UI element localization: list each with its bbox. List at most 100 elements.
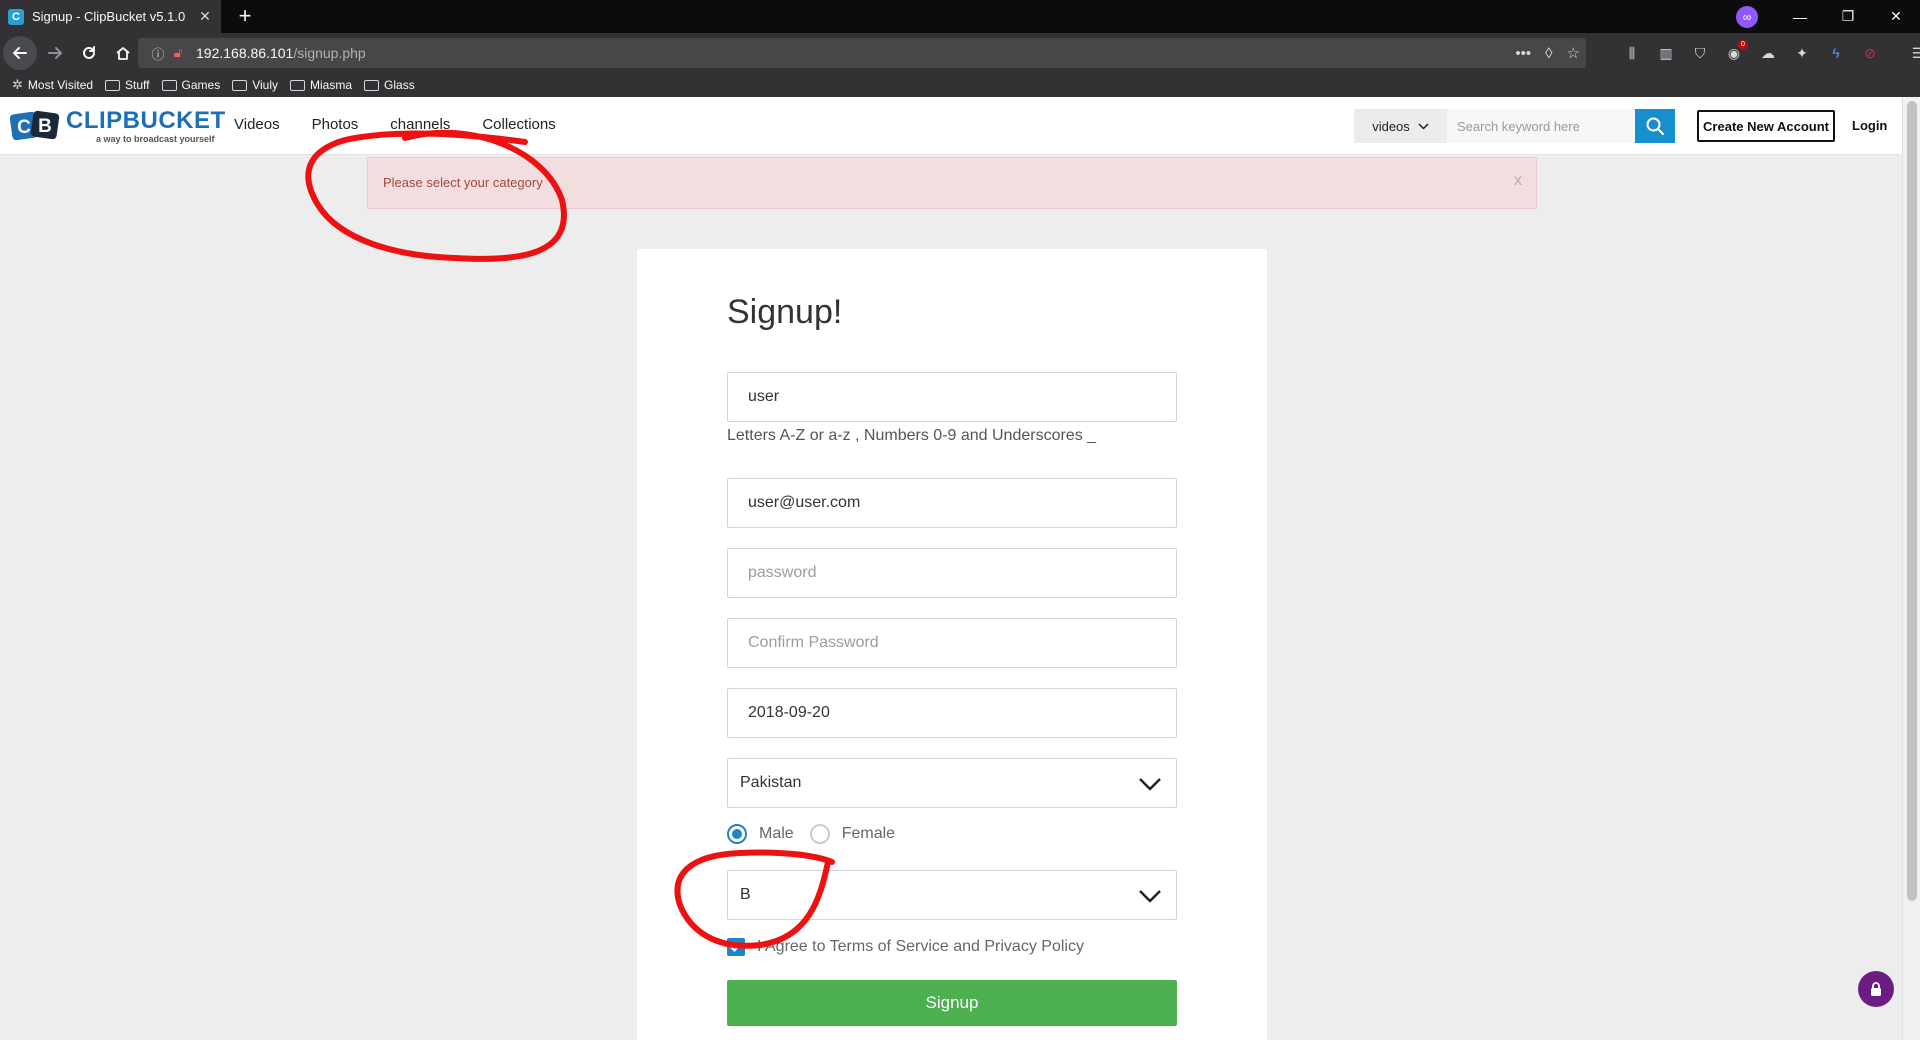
- scrollbar-thumb[interactable]: [1907, 101, 1917, 901]
- bookmark-label: Miasma: [310, 78, 353, 92]
- browser-tab-bar: C Signup - ClipBucket v5.1.0 STABLE ✕ + …: [0, 0, 1920, 33]
- svg-text:B: B: [38, 116, 52, 137]
- reload-icon[interactable]: [73, 37, 105, 69]
- search-icon: [1646, 117, 1664, 135]
- toolbar-icons: ⫼ ▥ ⛉ ◉ 0 ☁ ✦ ϟ ⊘ ☰: [1622, 33, 1920, 73]
- private-mask-icon[interactable]: ∞: [1736, 5, 1758, 28]
- alert-close-icon[interactable]: x: [1514, 172, 1522, 190]
- signup-card: Signup! Letters A-Z or a-z , Numbers 0-9…: [637, 249, 1267, 1040]
- bookmarks-bar: ✲ Most Visited Stuff Games Viuly Miasma G…: [0, 73, 1920, 97]
- pocket-icon[interactable]: ◊: [1545, 45, 1552, 62]
- confirm-password-field[interactable]: [727, 618, 1177, 668]
- bookmark-folder-games[interactable]: Games: [161, 78, 221, 92]
- library-icon[interactable]: ⫼: [1622, 43, 1642, 63]
- site-nav: Videos Photos channels Collections: [234, 116, 588, 133]
- bookmark-folder-stuff[interactable]: Stuff: [105, 78, 150, 92]
- url-bar[interactable]: ⓘ 🔓︎ 192.168.86.101/signup.php ••• ◊ ☆: [138, 38, 1586, 68]
- url-path: /signup.php: [293, 45, 366, 61]
- nav-channels[interactable]: channels: [390, 116, 450, 133]
- block-extension-icon[interactable]: ⊘: [1860, 43, 1880, 63]
- bookmark-label: Games: [181, 78, 221, 92]
- signup-button[interactable]: Signup: [727, 980, 1177, 1026]
- gender-female-radio[interactable]: [809, 824, 830, 844]
- search-group: videos: [1354, 109, 1675, 143]
- page-title: Signup!: [727, 293, 843, 331]
- search-type-label: videos: [1372, 118, 1410, 134]
- bookmark-label: Glass: [384, 78, 415, 92]
- sidebar-icon[interactable]: ▥: [1656, 43, 1676, 63]
- logo-text: CLIPBUCKET: [66, 107, 226, 134]
- cloud-extension-icon[interactable]: ☁: [1758, 43, 1778, 63]
- terms-agreement: I Agree to Terms of Service and Privacy …: [727, 938, 1084, 956]
- search-button[interactable]: [1635, 109, 1675, 143]
- tab-title: Signup - ClipBucket v5.1.0 STABLE: [32, 9, 189, 24]
- hamburger-menu-icon[interactable]: ☰: [1908, 43, 1920, 63]
- folder-icon: [105, 79, 121, 91]
- notification-badge: 0: [1738, 40, 1748, 50]
- folder-icon: [161, 79, 177, 91]
- email-field[interactable]: [727, 478, 1177, 528]
- username-field[interactable]: [727, 372, 1177, 422]
- bookmark-folder-viuly[interactable]: Viuly: [232, 78, 278, 92]
- url-text: 192.168.86.101/signup.php: [196, 45, 366, 61]
- url-host: 192.168.86.101: [196, 45, 294, 61]
- browser-tab-active[interactable]: C Signup - ClipBucket v5.1.0 STABLE ✕: [0, 0, 221, 33]
- search-input[interactable]: [1447, 109, 1635, 143]
- tab-close-icon[interactable]: ✕: [197, 8, 213, 25]
- category-select-value: B: [740, 886, 751, 903]
- puzzle-extension-icon[interactable]: ✦: [1792, 43, 1812, 63]
- gender-male-radio[interactable]: [727, 824, 747, 844]
- browser-nav-bar: ⓘ 🔓︎ 192.168.86.101/signup.php ••• ◊ ☆ ⫼…: [0, 33, 1920, 73]
- bookmark-label: Viuly: [252, 78, 278, 92]
- login-link[interactable]: Login: [1852, 118, 1887, 133]
- folder-icon: [364, 79, 380, 91]
- country-select[interactable]: Pakistan: [727, 758, 1177, 808]
- page-actions-icon[interactable]: •••: [1515, 45, 1531, 62]
- bookmark-folder-miasma[interactable]: Miasma: [290, 78, 352, 92]
- bookmark-label: Stuff: [125, 78, 150, 92]
- nav-collections[interactable]: Collections: [482, 116, 555, 133]
- date-of-birth-field[interactable]: [727, 688, 1177, 738]
- url-actions: ••• ◊ ☆: [1515, 38, 1580, 68]
- restore-icon[interactable]: ❐: [1824, 0, 1872, 33]
- folder-icon: [290, 79, 305, 91]
- window-controls: ∞ — ❐ ✕: [1736, 0, 1920, 33]
- category-select[interactable]: B: [727, 870, 1177, 920]
- bookmark-star-icon[interactable]: ☆: [1567, 44, 1580, 62]
- search-type-dropdown[interactable]: videos: [1354, 109, 1447, 143]
- shield-extension-icon[interactable]: ⛉: [1690, 43, 1710, 63]
- bolt-extension-icon[interactable]: ϟ: [1826, 43, 1846, 63]
- bookmark-most-visited[interactable]: ✲ Most Visited: [12, 77, 93, 93]
- terms-checkbox[interactable]: [727, 938, 745, 956]
- create-account-button[interactable]: Create New Account: [1697, 110, 1835, 142]
- floating-helper-button[interactable]: [1858, 971, 1894, 1007]
- bookmark-folder-glass[interactable]: Glass: [364, 78, 415, 92]
- bookmark-label: Most Visited: [27, 78, 94, 92]
- chevron-down-icon: [1418, 122, 1429, 130]
- nav-videos[interactable]: Videos: [234, 116, 280, 133]
- alert-message: Please select your category: [383, 175, 543, 190]
- clipbucket-favicon-icon: C: [8, 8, 24, 25]
- nav-photos[interactable]: Photos: [312, 116, 359, 133]
- insecure-lock-icon[interactable]: 🔓︎: [168, 45, 188, 61]
- notification-extension-icon[interactable]: ◉ 0: [1724, 40, 1748, 63]
- back-icon[interactable]: [3, 36, 37, 70]
- page-scrollbar[interactable]: [1902, 97, 1920, 1040]
- username-hint: Letters A-Z or a-z , Numbers 0-9 and Und…: [727, 427, 1097, 444]
- error-alert: Please select your category x: [367, 157, 1537, 209]
- forward-icon[interactable]: [39, 37, 71, 69]
- chevron-down-icon: [1139, 890, 1161, 903]
- terms-label: I Agree to Terms of Service and Privacy …: [757, 938, 1084, 955]
- logo-tagline: a way to broadcast yourself: [96, 134, 215, 144]
- site-info-icon[interactable]: ⓘ: [148, 44, 168, 63]
- minimize-icon[interactable]: —: [1776, 0, 1824, 33]
- chevron-down-icon: [1139, 778, 1161, 791]
- site-header: C B CLIPBUCKET a way to broadcast yourse…: [0, 97, 1902, 155]
- window-close-icon[interactable]: ✕: [1872, 0, 1920, 33]
- clipbucket-logo[interactable]: C B CLIPBUCKET a way to broadcast yourse…: [10, 107, 225, 147]
- svg-text:C: C: [17, 117, 31, 138]
- home-icon[interactable]: [107, 37, 139, 69]
- new-tab-icon[interactable]: +: [232, 4, 258, 30]
- password-field[interactable]: [727, 548, 1177, 598]
- clipbucket-logo-icon: C B: [10, 110, 60, 141]
